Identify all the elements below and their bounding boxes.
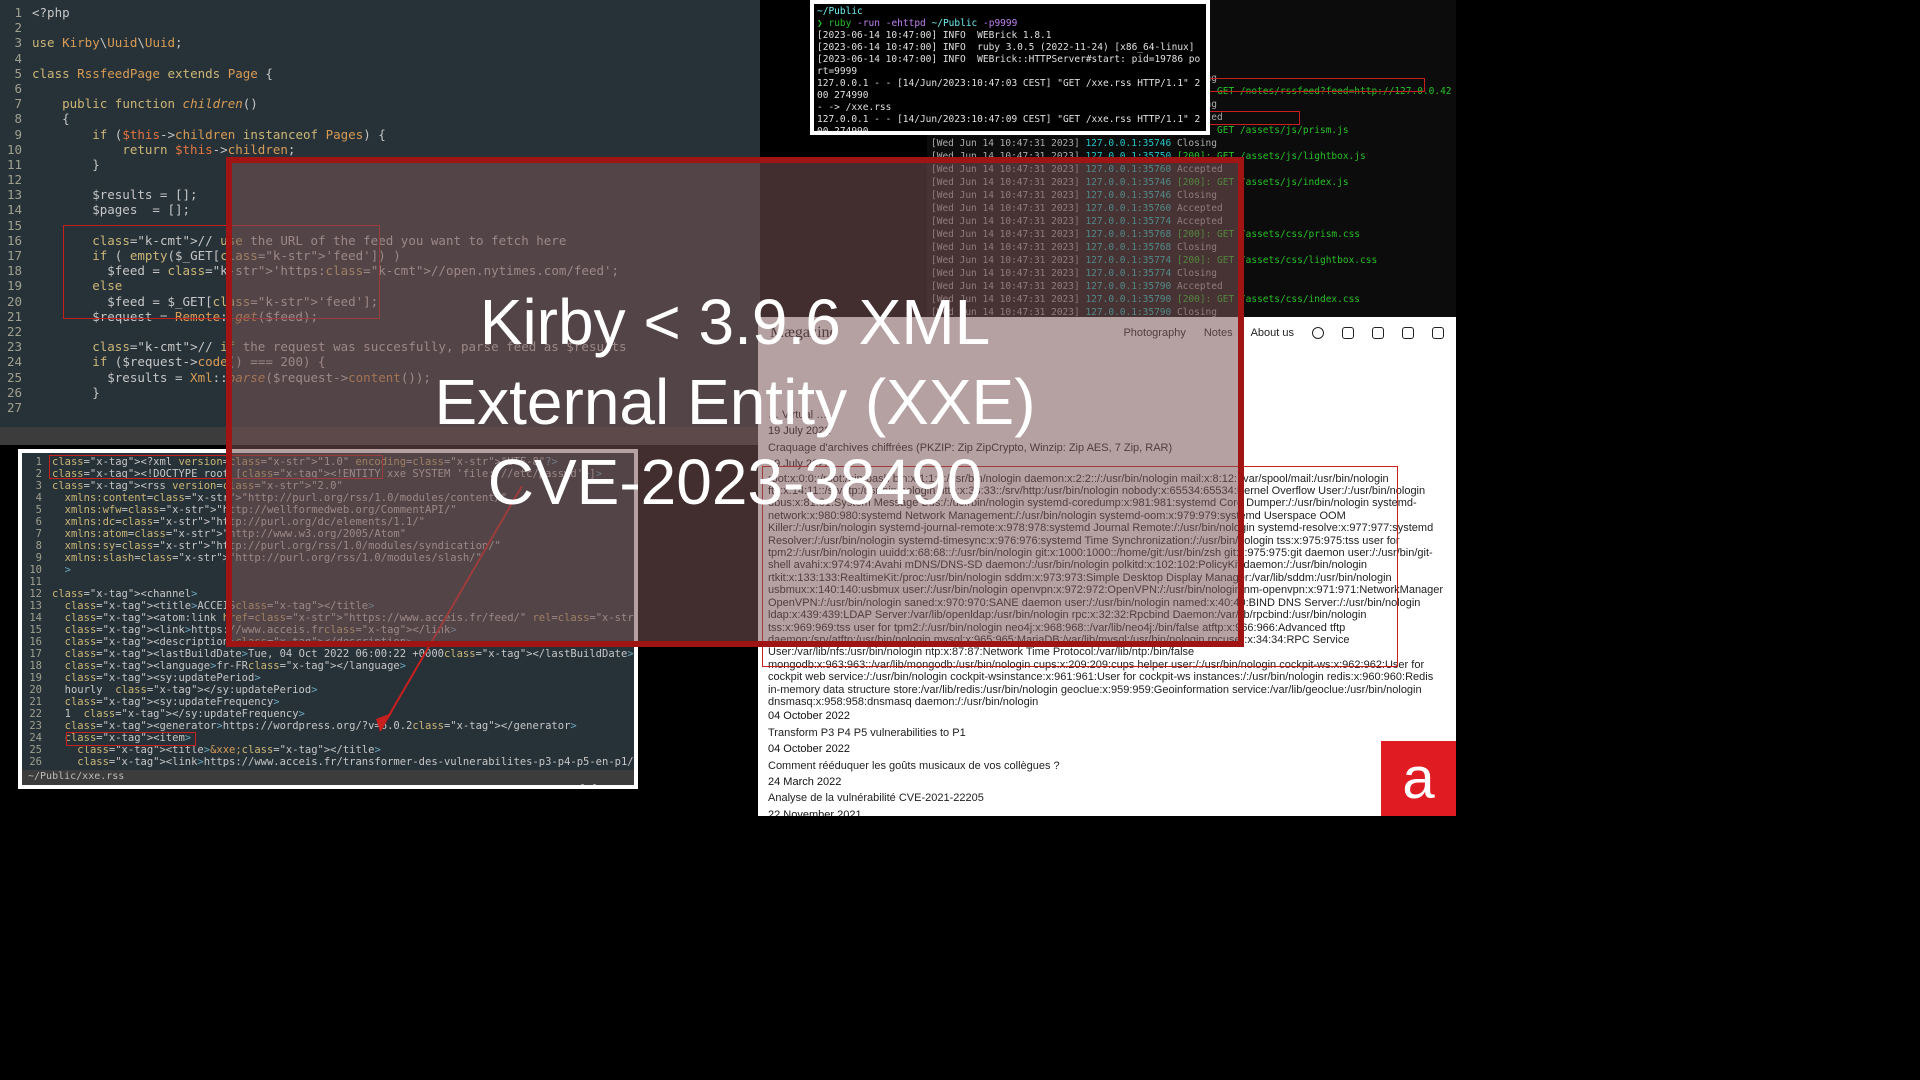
social-icon-2[interactable] <box>1342 327 1354 339</box>
red-square-glyph: a <box>1402 750 1434 808</box>
social-icon-4[interactable] <box>1402 327 1414 339</box>
nav-about[interactable]: About us <box>1251 327 1294 339</box>
nav-links: Photography Notes About us <box>1123 327 1444 339</box>
social-icon-1[interactable] <box>1312 327 1324 339</box>
ruby-webrick-terminal: ~/Public ❯ ruby -run -ehttpd ~/Public -p… <box>810 0 1210 135</box>
php-editor: 1234567891011121314151617181920212223242… <box>0 0 760 445</box>
red-square-logo: a <box>1381 741 1456 816</box>
xml-cursor: 1,1 <box>580 783 598 785</box>
nav-notes[interactable]: Notes <box>1204 327 1233 339</box>
xml-filename: ~/Public/xxe.rss <box>28 771 124 784</box>
social-icon-3[interactable] <box>1372 327 1384 339</box>
browser-page: Mægazine Photography Notes About us … Vi… <box>758 317 1456 816</box>
site-brand: Mægazine <box>770 324 837 342</box>
browser-content: … Virtual …19 July 2022Craquage d'archiv… <box>758 345 1456 816</box>
nav-photography[interactable]: Photography <box>1123 327 1185 339</box>
xml-editor: 1234567891011121314151617181920212223242… <box>22 453 634 785</box>
social-icon-5[interactable] <box>1432 327 1444 339</box>
